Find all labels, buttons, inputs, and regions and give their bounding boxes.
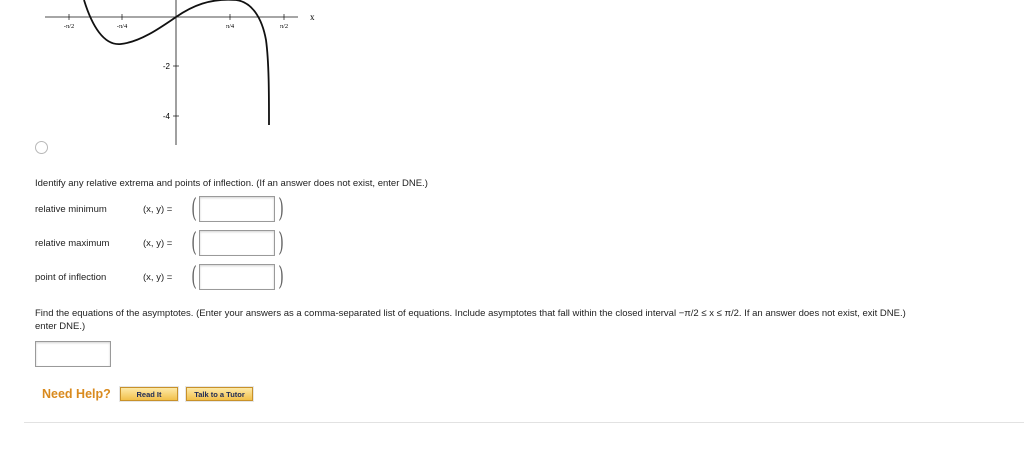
relative-maximum-coord-label: (x, y) =: [143, 238, 173, 249]
relative-maximum-input[interactable]: [199, 230, 275, 256]
section-divider: [24, 422, 1024, 423]
open-paren: (: [191, 228, 197, 258]
open-paren: (: [191, 194, 197, 224]
graph-svg: -π/2 -π/4 π/4 π/2 -2 -4 x: [45, 0, 315, 145]
asymptote-input[interactable]: [35, 341, 111, 367]
close-paren: ): [278, 262, 284, 292]
answer-choice-radio[interactable]: [35, 141, 48, 154]
inflection-point-coord-label: (x, y) =: [143, 272, 173, 283]
x-tick-label-neg-pi-2: -π/2: [64, 23, 75, 30]
function-graph: -π/2 -π/4 π/4 π/2 -2 -4 x: [0, 0, 340, 150]
need-help-label: Need Help?: [42, 387, 111, 401]
relative-minimum-coord-label: (x, y) =: [143, 204, 173, 215]
x-tick-label-neg-pi-4: -π/4: [117, 23, 128, 30]
extrema-prompt: Identify any relative extrema and points…: [35, 178, 428, 189]
inflection-point-input[interactable]: [199, 264, 275, 290]
read-it-button[interactable]: Read It: [119, 386, 179, 402]
open-paren: (: [191, 262, 197, 292]
x-tick-label-pi-2: π/2: [280, 23, 288, 30]
close-paren: ): [278, 194, 284, 224]
relative-minimum-input[interactable]: [199, 196, 275, 222]
close-paren: ): [278, 228, 284, 258]
relative-maximum-label: relative maximum: [35, 238, 110, 249]
asymptote-prompt-continued: enter DNE.): [35, 321, 86, 332]
y-tick-label-neg-4: -4: [163, 112, 171, 121]
x-axis-label: x: [310, 12, 315, 22]
relative-minimum-label: relative minimum: [35, 204, 107, 215]
inflection-point-label: point of inflection: [35, 272, 107, 283]
talk-to-tutor-button[interactable]: Talk to a Tutor: [185, 386, 254, 402]
asymptote-prompt: Find the equations of the asymptotes. (E…: [35, 308, 906, 319]
y-tick-label-neg-2: -2: [163, 62, 171, 71]
x-tick-label-pi-4: π/4: [226, 23, 235, 30]
function-curve: [83, 0, 270, 126]
